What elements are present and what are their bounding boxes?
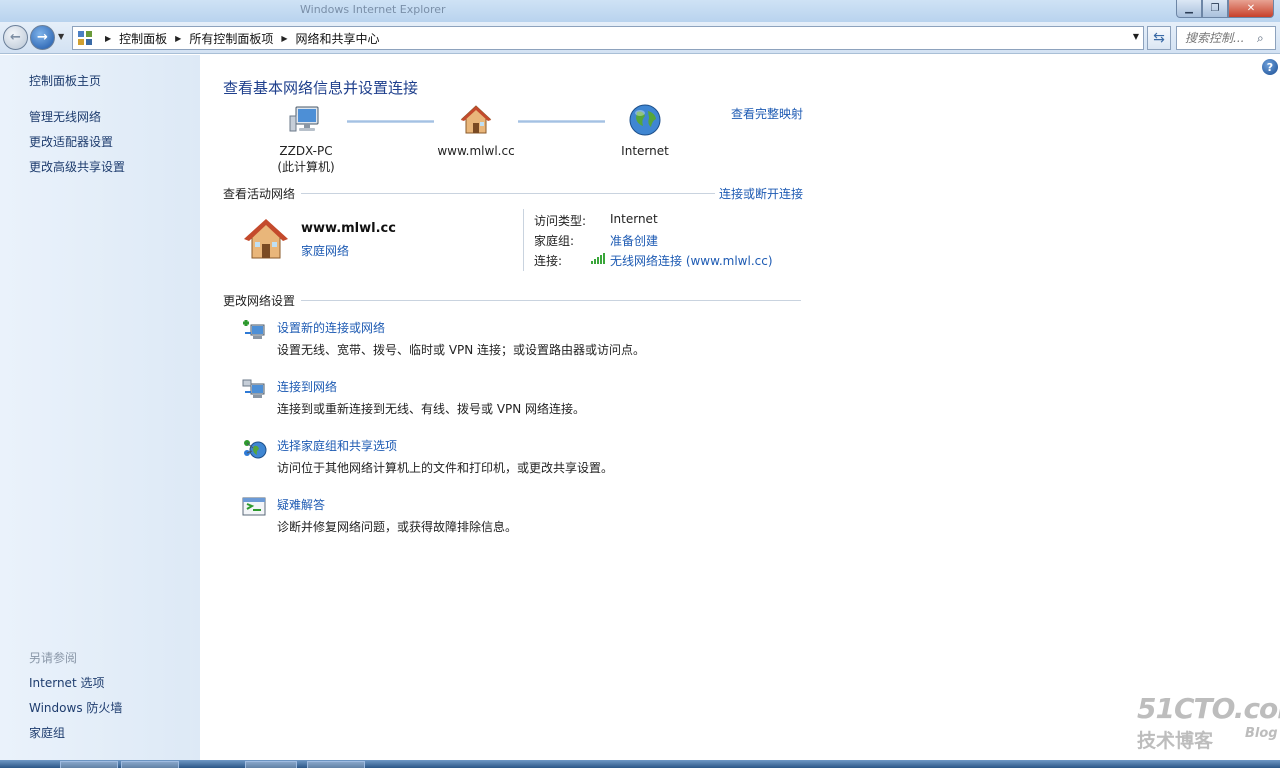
search-input[interactable] — [1185, 31, 1257, 45]
view-full-map-link[interactable]: 查看完整映射 — [731, 105, 803, 122]
control-panel-icon — [73, 27, 97, 49]
troubleshoot-icon — [241, 494, 267, 520]
map-node-network[interactable]: www.mlwl.cc — [421, 102, 531, 158]
search-box: ⌕ — [1176, 26, 1276, 50]
sidebar-item-homegroup[interactable]: 家庭组 — [29, 724, 65, 741]
connect-network-icon — [241, 376, 267, 402]
access-type-label: 访问类型: — [534, 214, 587, 228]
see-also-heading: 另请参阅 — [29, 651, 78, 665]
breadcrumb-network-center[interactable]: 网络和共享中心 — [296, 30, 380, 47]
address-dropdown[interactable]: ▼ — [1133, 32, 1139, 41]
breadcrumb-separator[interactable]: ▶ — [273, 34, 295, 43]
map-node-internet[interactable]: Internet — [590, 102, 700, 158]
globe-icon — [627, 102, 663, 138]
access-type-value: Internet — [610, 212, 658, 226]
sidebar-item-internet-options[interactable]: Internet 选项 — [29, 674, 104, 691]
setup-new-connection-link[interactable]: 设置新的连接或网络 — [277, 319, 385, 336]
breadcrumb-separator[interactable]: ▶ — [97, 34, 119, 43]
help-icon: ? — [1266, 60, 1274, 74]
troubleshoot-link[interactable]: 疑难解答 — [277, 496, 325, 513]
active-networks-heading: 查看活动网络 — [223, 185, 716, 202]
window-titlebar: Windows Internet Explorer ▁ ❐ ✕ — [0, 0, 1280, 22]
section-divider — [301, 193, 716, 194]
watermark-subtitle: 技术博客 — [1137, 730, 1214, 752]
watermark-logo: 51CTO.com — [1137, 692, 1280, 725]
house-icon — [458, 102, 494, 138]
active-network-name: www.mlwl.cc — [301, 221, 396, 236]
page-title: 查看基本网络信息并设置连接 — [223, 79, 419, 97]
maximize-icon: ❐ — [1210, 3, 1220, 14]
refresh-icon: ⇆ — [1153, 30, 1165, 46]
breadcrumb-control-panel[interactable]: 控制面板 — [119, 30, 167, 47]
homegroup-label: 家庭组: — [534, 234, 575, 248]
homegroup-ready-link[interactable]: 准备创建 — [610, 232, 658, 249]
computer-icon — [288, 102, 324, 138]
map-node-computer-sub: (此计算机) — [277, 160, 335, 174]
address-bar[interactable]: ▶ 控制面板 ▶ 所有控制面板项 ▶ 网络和共享中心 ▼ — [72, 26, 1144, 50]
new-connection-icon — [241, 317, 267, 343]
connect-disconnect-link[interactable]: 连接或断开连接 — [719, 185, 803, 202]
watermark-blog: Blog — [1245, 726, 1278, 741]
window-controls: ▁ ❐ ✕ — [1176, 0, 1274, 18]
taskbar-button[interactable] — [307, 761, 365, 768]
change-settings-title: 更改网络设置 — [223, 294, 296, 308]
sidebar-item-adapter-settings[interactable]: 更改适配器设置 — [29, 133, 113, 150]
back-button[interactable]: ← — [3, 25, 28, 50]
connect-to-network-link[interactable]: 连接到网络 — [277, 378, 337, 395]
taskbar-button[interactable] — [245, 761, 297, 768]
window-title: Windows Internet Explorer — [300, 3, 446, 16]
sidebar-item-home[interactable]: 控制面板主页 — [29, 72, 101, 89]
navigation-bar: ← → ▼ ▶ 控制面板 ▶ 所有控制面板项 ▶ 网络和共享中心 ▼ ⇆ ⌕ — [0, 22, 1280, 54]
watermark: 51CTO.com 技术博客 Blog — [1137, 692, 1280, 752]
wifi-signal-icon — [591, 253, 606, 267]
homegroup-sharing-icon — [241, 435, 267, 461]
troubleshoot-desc: 诊断并修复网络问题，或获得故障排除信息。 — [277, 520, 518, 534]
connect-to-network-desc: 连接到或重新连接到无线、有线、拨号或 VPN 网络连接。 — [277, 402, 586, 416]
section-divider — [301, 300, 802, 301]
forward-button[interactable]: → — [30, 25, 55, 50]
homegroup-sharing-desc: 访问位于其他网络计算机上的文件和打印机，或更改共享设置。 — [277, 461, 614, 475]
back-arrow-icon: ← — [10, 30, 21, 45]
taskbar-button[interactable] — [60, 761, 118, 768]
refresh-button[interactable]: ⇆ — [1147, 26, 1171, 50]
active-networks-title: 查看活动网络 — [223, 187, 296, 201]
recent-pages-dropdown[interactable]: ▼ — [58, 32, 64, 41]
help-button[interactable]: ? — [1262, 59, 1278, 75]
vertical-divider — [523, 209, 524, 271]
close-button[interactable]: ✕ — [1228, 0, 1274, 18]
change-settings-heading: 更改网络设置 — [223, 292, 802, 309]
forward-arrow-icon: → — [37, 30, 48, 45]
taskbar — [0, 760, 1280, 768]
map-node-computer[interactable]: ZZDX-PC (此计算机) — [251, 102, 361, 175]
sidebar: 控制面板主页 管理无线网络 更改适配器设置 更改高级共享设置 另请参阅 Inte… — [0, 55, 200, 760]
map-node-internet-name: Internet — [621, 144, 669, 158]
sidebar-item-firewall[interactable]: Windows 防火墙 — [29, 699, 122, 716]
close-icon: ✕ — [1246, 3, 1256, 14]
network-type-link[interactable]: 家庭网络 — [301, 242, 349, 259]
maximize-button[interactable]: ❐ — [1202, 0, 1228, 18]
search-icon[interactable]: ⌕ — [1257, 31, 1264, 46]
sidebar-item-manage-wireless[interactable]: 管理无线网络 — [29, 108, 101, 125]
sidebar-item-advanced-sharing[interactable]: 更改高级共享设置 — [29, 158, 125, 175]
homegroup-sharing-link[interactable]: 选择家庭组和共享选项 — [277, 437, 397, 454]
taskbar-button[interactable] — [121, 761, 179, 768]
network-house-icon — [242, 216, 290, 262]
map-node-network-name: www.mlwl.cc — [437, 144, 515, 158]
setup-new-connection-desc: 设置无线、宽带、拨号、临时或 VPN 连接；或设置路由器或访问点。 — [277, 343, 646, 357]
wireless-connection-link[interactable]: 无线网络连接 (www.mlwl.cc) — [610, 252, 773, 269]
breadcrumb-all-items[interactable]: 所有控制面板项 — [189, 30, 273, 47]
map-node-computer-name: ZZDX-PC — [279, 144, 333, 158]
connection-label: 连接: — [534, 254, 563, 268]
minimize-icon: ▁ — [1185, 3, 1193, 14]
minimize-button[interactable]: ▁ — [1176, 0, 1202, 18]
breadcrumb-separator[interactable]: ▶ — [167, 34, 189, 43]
